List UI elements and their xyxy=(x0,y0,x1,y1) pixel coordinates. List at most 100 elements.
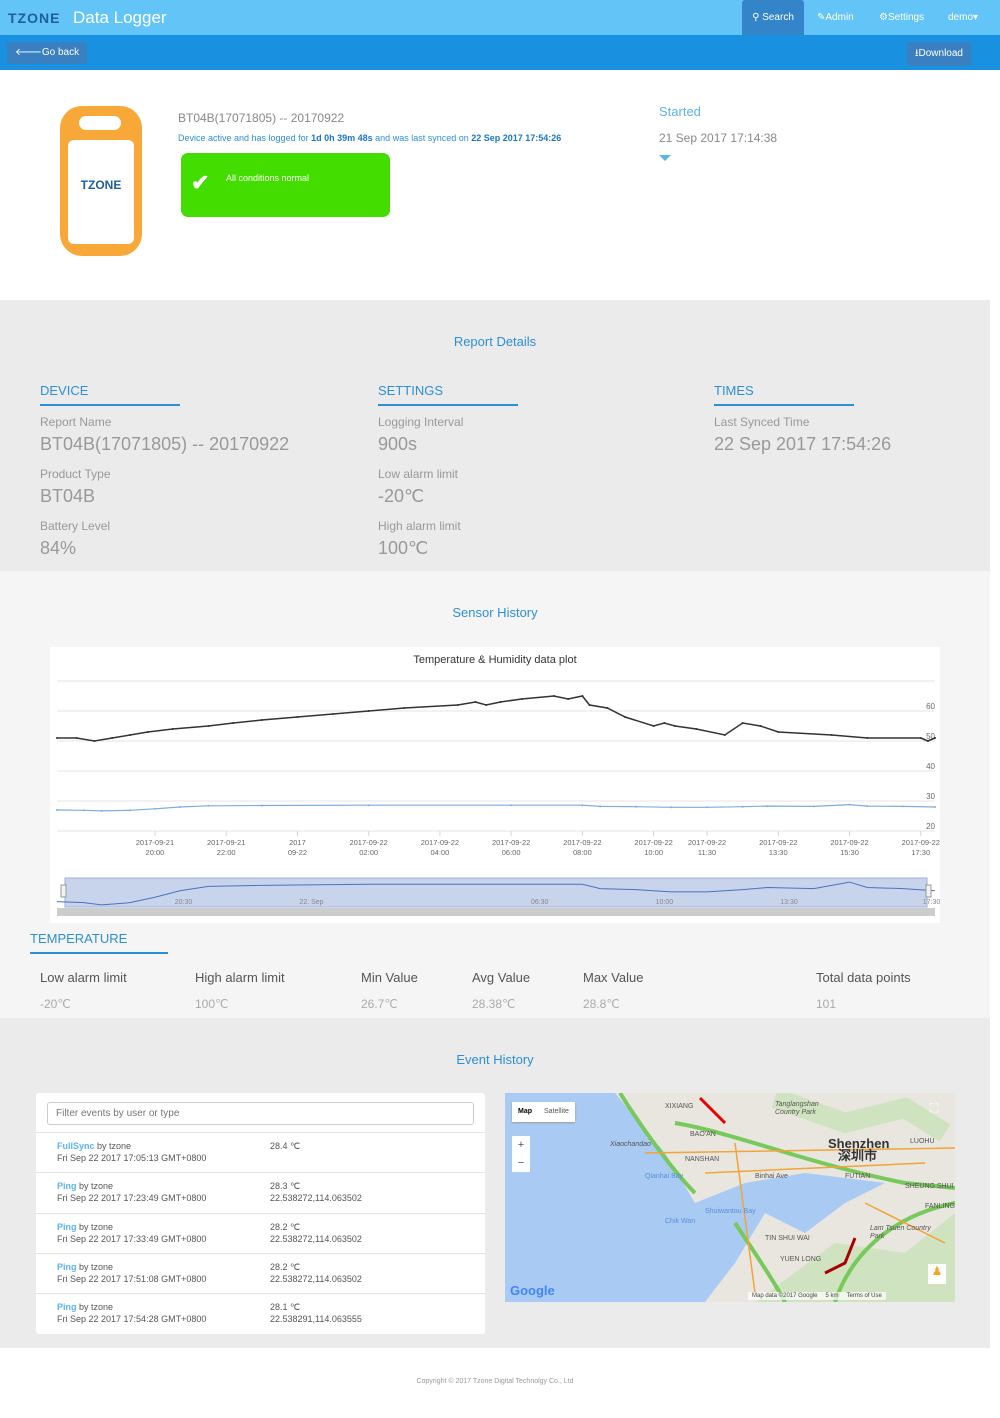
street-view-pegman-icon[interactable]: ♟ xyxy=(928,1264,946,1284)
event-time: Fri Sep 22 2017 17:51:08 GMT+0800 xyxy=(57,1273,207,1284)
x-tick-label: 20:00 xyxy=(146,848,165,857)
event-row[interactable]: Ping by tzone Fri Sep 22 2017 17:23:49 GM… xyxy=(36,1172,485,1212)
brand-logo[interactable]: TZONE xyxy=(8,10,60,26)
data-point-humidity xyxy=(723,734,726,736)
y-tick-label: 30 xyxy=(926,792,935,801)
x-tick-label: 04:00 xyxy=(431,848,450,857)
data-point-temperature xyxy=(901,805,904,808)
data-point-temperature xyxy=(634,805,637,808)
data-point-temperature xyxy=(82,809,85,812)
navigator-label: 17:30 xyxy=(923,899,940,906)
event-title: Ping by tzone xyxy=(57,1262,113,1272)
event-location: 22.538272,114.063502 xyxy=(270,1193,362,1204)
event-title: Ping by tzone xyxy=(57,1181,113,1191)
event-user: by tzone xyxy=(97,1141,132,1151)
toolbar: 🡐Go back ⭳Download xyxy=(0,35,1000,70)
x-tick-label: 2017-09-21 xyxy=(207,838,245,847)
data-point-temperature xyxy=(866,805,869,808)
map-place-label: FANLING xyxy=(925,1203,955,1210)
map-place-label: YUEN LONG xyxy=(780,1256,822,1263)
data-point-humidity xyxy=(759,725,762,727)
column-heading: TIMES xyxy=(714,383,854,406)
zoom-out-button[interactable]: − xyxy=(512,1154,530,1172)
event-row[interactable]: Ping by tzone Fri Sep 22 2017 17:54:28 GM… xyxy=(36,1293,485,1333)
data-point-humidity xyxy=(777,731,780,733)
chart-scrollbar[interactable] xyxy=(57,908,935,916)
event-location: 22.538272,114.063502 xyxy=(270,1273,362,1284)
event-filter-input[interactable] xyxy=(47,1102,474,1125)
user-menu[interactable]: demo▾ xyxy=(937,0,989,35)
event-type-link[interactable]: Ping xyxy=(57,1302,77,1312)
caret-down-icon: ▾ xyxy=(973,12,979,23)
map[interactable]: Map Satellite + − ⛶ Shenzhen 深圳市 Tanglang… xyxy=(505,1093,955,1302)
report-details-section: Report Details DEVICE Report Name BT04B(17… xyxy=(0,300,990,571)
stat-label: Min Value xyxy=(361,970,418,985)
event-user: by tzone xyxy=(79,1221,114,1232)
event-type-link[interactable]: Ping xyxy=(57,1222,77,1232)
zoom-in-button[interactable]: + xyxy=(512,1136,530,1154)
map-place-label: Tanglangshan Country Park xyxy=(775,1101,819,1116)
stat-value: 28.38℃ xyxy=(472,997,516,1011)
data-point-temperature xyxy=(100,809,103,812)
map-place-label: TIN SHUI WAI xyxy=(765,1235,810,1242)
data-point-humidity xyxy=(624,716,627,718)
event-type-link[interactable]: FullSync xyxy=(57,1141,95,1151)
event-type-link[interactable]: Ping xyxy=(57,1262,77,1272)
nav-admin[interactable]: ✎Admin xyxy=(806,0,865,35)
event-type-link[interactable]: Ping xyxy=(57,1181,77,1191)
started-value: 21 Sep 2017 17:14:38 xyxy=(659,131,778,145)
data-point-temperature xyxy=(670,806,673,809)
map-type-satellite-button[interactable]: Satellite xyxy=(538,1102,575,1122)
report-name: BT04B(17071805) -- 20170922 xyxy=(178,111,345,125)
chart-panel: Temperature & Humidity data plot 20 30 40 50… xyxy=(50,647,940,923)
event-temperature: 28.2 ℃ xyxy=(270,1221,301,1232)
data-point-humidity xyxy=(260,719,263,721)
go-back-label: Go back xyxy=(41,47,80,58)
nav-settings[interactable]: ⚙Settings xyxy=(868,0,935,35)
search-icon: ⚲ xyxy=(752,12,760,23)
event-temperature: 28.1 ℃ xyxy=(270,1302,301,1313)
navigator-handle-right xyxy=(925,884,932,898)
go-back-button[interactable]: 🡐Go back xyxy=(7,42,88,64)
section-title: Report Details xyxy=(453,334,537,349)
data-point-temperature xyxy=(510,804,513,807)
x-tick-label: 08:00 xyxy=(573,848,592,857)
app-title[interactable]: Data Logger xyxy=(73,8,167,28)
navigator-label: 20:30 xyxy=(175,899,193,906)
data-point-humidity xyxy=(296,716,299,718)
data-point-humidity xyxy=(673,725,676,727)
map-type-map-button[interactable]: Map xyxy=(512,1102,538,1122)
data-point-humidity xyxy=(456,704,459,706)
field-value: 900s xyxy=(378,434,418,454)
map-place-label: FUTIAN xyxy=(845,1173,871,1180)
data-point-temperature xyxy=(260,804,263,807)
data-point-humidity xyxy=(567,698,570,700)
data-point-humidity xyxy=(588,704,591,706)
started-label: Started xyxy=(659,104,701,119)
x-tick-label: 09-22 xyxy=(288,848,307,857)
x-tick-label: 2017-09-21 xyxy=(136,838,174,847)
event-row[interactable]: FullSync by tzone Fri Sep 22 2017 17:05:1… xyxy=(36,1132,485,1172)
device-image: TZONE xyxy=(60,106,142,256)
series-line-humidity xyxy=(57,695,936,742)
event-temperature: 28.3 ℃ xyxy=(270,1181,301,1192)
field-label: Battery Level xyxy=(40,519,111,533)
expand-caret-icon[interactable] xyxy=(659,155,671,161)
data-point-temperature xyxy=(178,806,181,808)
data-point-humidity xyxy=(499,701,502,703)
download-button[interactable]: ⭳Download xyxy=(907,42,971,66)
nav-search[interactable]: ⚲ Search xyxy=(742,0,804,35)
x-tick-label: 13:30 xyxy=(769,848,788,857)
event-user: by tzone xyxy=(79,1181,114,1192)
x-tick-label: 2017-09-22 xyxy=(902,838,940,847)
stat-label: Max Value xyxy=(583,970,644,985)
event-row[interactable]: Ping by tzone Fri Sep 22 2017 17:51:08 GM… xyxy=(36,1252,485,1293)
terms-link[interactable]: Terms of Use xyxy=(846,1293,881,1299)
event-row[interactable]: Ping by tzone Fri Sep 22 2017 17:33:49 GM… xyxy=(36,1212,485,1253)
log-duration: 1d 0h 39m 48s xyxy=(311,133,373,143)
map-place-label: Lam Tsuen Country Park xyxy=(870,1225,931,1240)
field-value: BT04B xyxy=(40,486,96,506)
data-point-temperature xyxy=(207,804,210,807)
map-place-label: NANSHAN xyxy=(685,1156,720,1163)
fullscreen-icon[interactable]: ⛶ xyxy=(930,1101,938,1116)
